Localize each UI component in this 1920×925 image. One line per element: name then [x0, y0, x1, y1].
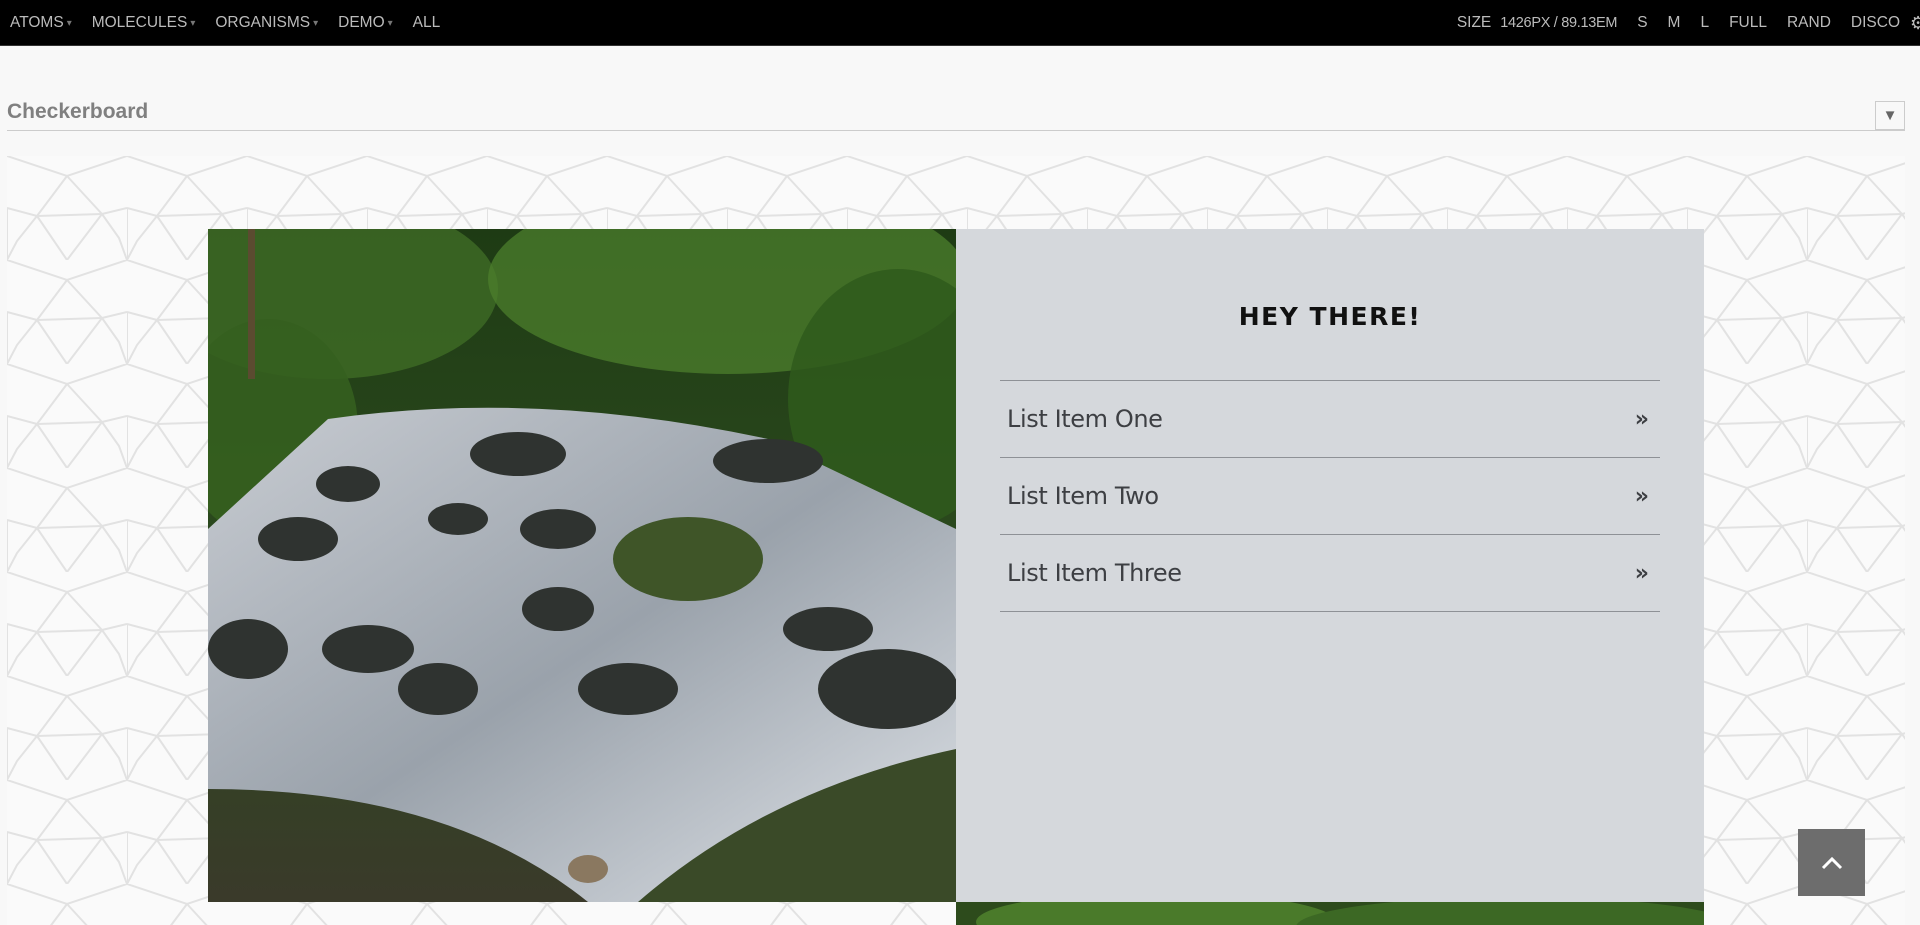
nav-all[interactable]: ALL	[403, 0, 451, 46]
checkerboard: HEY THERE! List Item One » List Item Two…	[208, 229, 1704, 925]
nav-molecules-label: MOLECULES	[91, 14, 188, 31]
size-random-button[interactable]: RAND	[1777, 0, 1841, 46]
nav-atoms[interactable]: ATOMS ▾	[0, 0, 82, 46]
pattern-viewport: HEY THERE! List Item One » List Item Two…	[7, 156, 1905, 925]
double-chevron-right-icon: »	[1634, 406, 1649, 432]
pattern-divider	[7, 130, 1905, 131]
nav-molecules[interactable]: MOLECULES ▾	[82, 0, 206, 46]
caret-down-icon: ▾	[387, 17, 393, 29]
nav-all-label: ALL	[412, 14, 441, 31]
list-item-label: List Item Two	[1007, 482, 1159, 510]
size-value[interactable]: 1426PX / 89.13EM	[1500, 15, 1617, 31]
checkerboard-row	[208, 902, 1704, 925]
list-item-label: List Item One	[1007, 405, 1163, 433]
pattern-info-toggle[interactable]: ▼	[1875, 101, 1905, 130]
caret-down-icon: ▾	[190, 17, 196, 29]
checkerboard-row: HEY THERE! List Item One » List Item Two…	[208, 229, 1704, 902]
main-nav: ATOMS ▾ MOLECULES ▾ ORGANISMS ▾ DEMO ▾ ALL	[0, 0, 450, 46]
pattern-lab-toolbar: ATOMS ▾ MOLECULES ▾ ORGANISMS ▾ DEMO ▾ ALL S…	[0, 0, 1920, 46]
panel-heading: HEY THERE!	[1238, 302, 1422, 331]
size-full-button[interactable]: FULL	[1719, 0, 1777, 46]
size-label: SIZE	[1456, 14, 1492, 31]
gear-icon[interactable]: ⚙	[1910, 0, 1920, 46]
disco-mode-button[interactable]: DISCO	[1841, 0, 1910, 46]
list-item[interactable]: List Item One »	[1000, 381, 1660, 458]
caret-down-icon: ▾	[313, 17, 319, 29]
size-small-button[interactable]: S	[1627, 0, 1657, 46]
size-large-button[interactable]: L	[1690, 0, 1719, 46]
size-medium-button[interactable]: M	[1658, 0, 1691, 46]
list-panel: HEY THERE! List Item One » List Item Two…	[956, 229, 1704, 902]
double-chevron-right-icon: »	[1634, 483, 1649, 509]
back-to-top-button[interactable]	[1798, 829, 1865, 896]
nav-atoms-label: ATOMS	[10, 14, 64, 31]
viewport-tools: SIZE 1426PX / 89.13EM S M L FULL RAND DI…	[1457, 0, 1920, 46]
forest-photo	[956, 902, 1704, 925]
nav-organisms[interactable]: ORGANISMS ▾	[205, 0, 328, 46]
panel-list: List Item One » List Item Two » List Ite…	[1000, 380, 1660, 612]
chevron-up-icon	[1821, 856, 1842, 869]
pattern-title: Checkerboard	[7, 100, 149, 123]
list-item[interactable]: List Item Three »	[1000, 535, 1660, 612]
nav-demo-label: DEMO	[338, 14, 385, 31]
river-photo	[208, 229, 956, 902]
list-item[interactable]: List Item Two »	[1000, 458, 1660, 535]
caret-down-icon: ▾	[66, 17, 72, 29]
nav-demo[interactable]: DEMO ▾	[328, 0, 403, 46]
checkerboard-cell-empty	[208, 902, 956, 925]
nav-organisms-label: ORGANISMS	[215, 14, 311, 31]
list-item-label: List Item Three	[1007, 559, 1182, 587]
double-chevron-right-icon: »	[1634, 560, 1649, 586]
